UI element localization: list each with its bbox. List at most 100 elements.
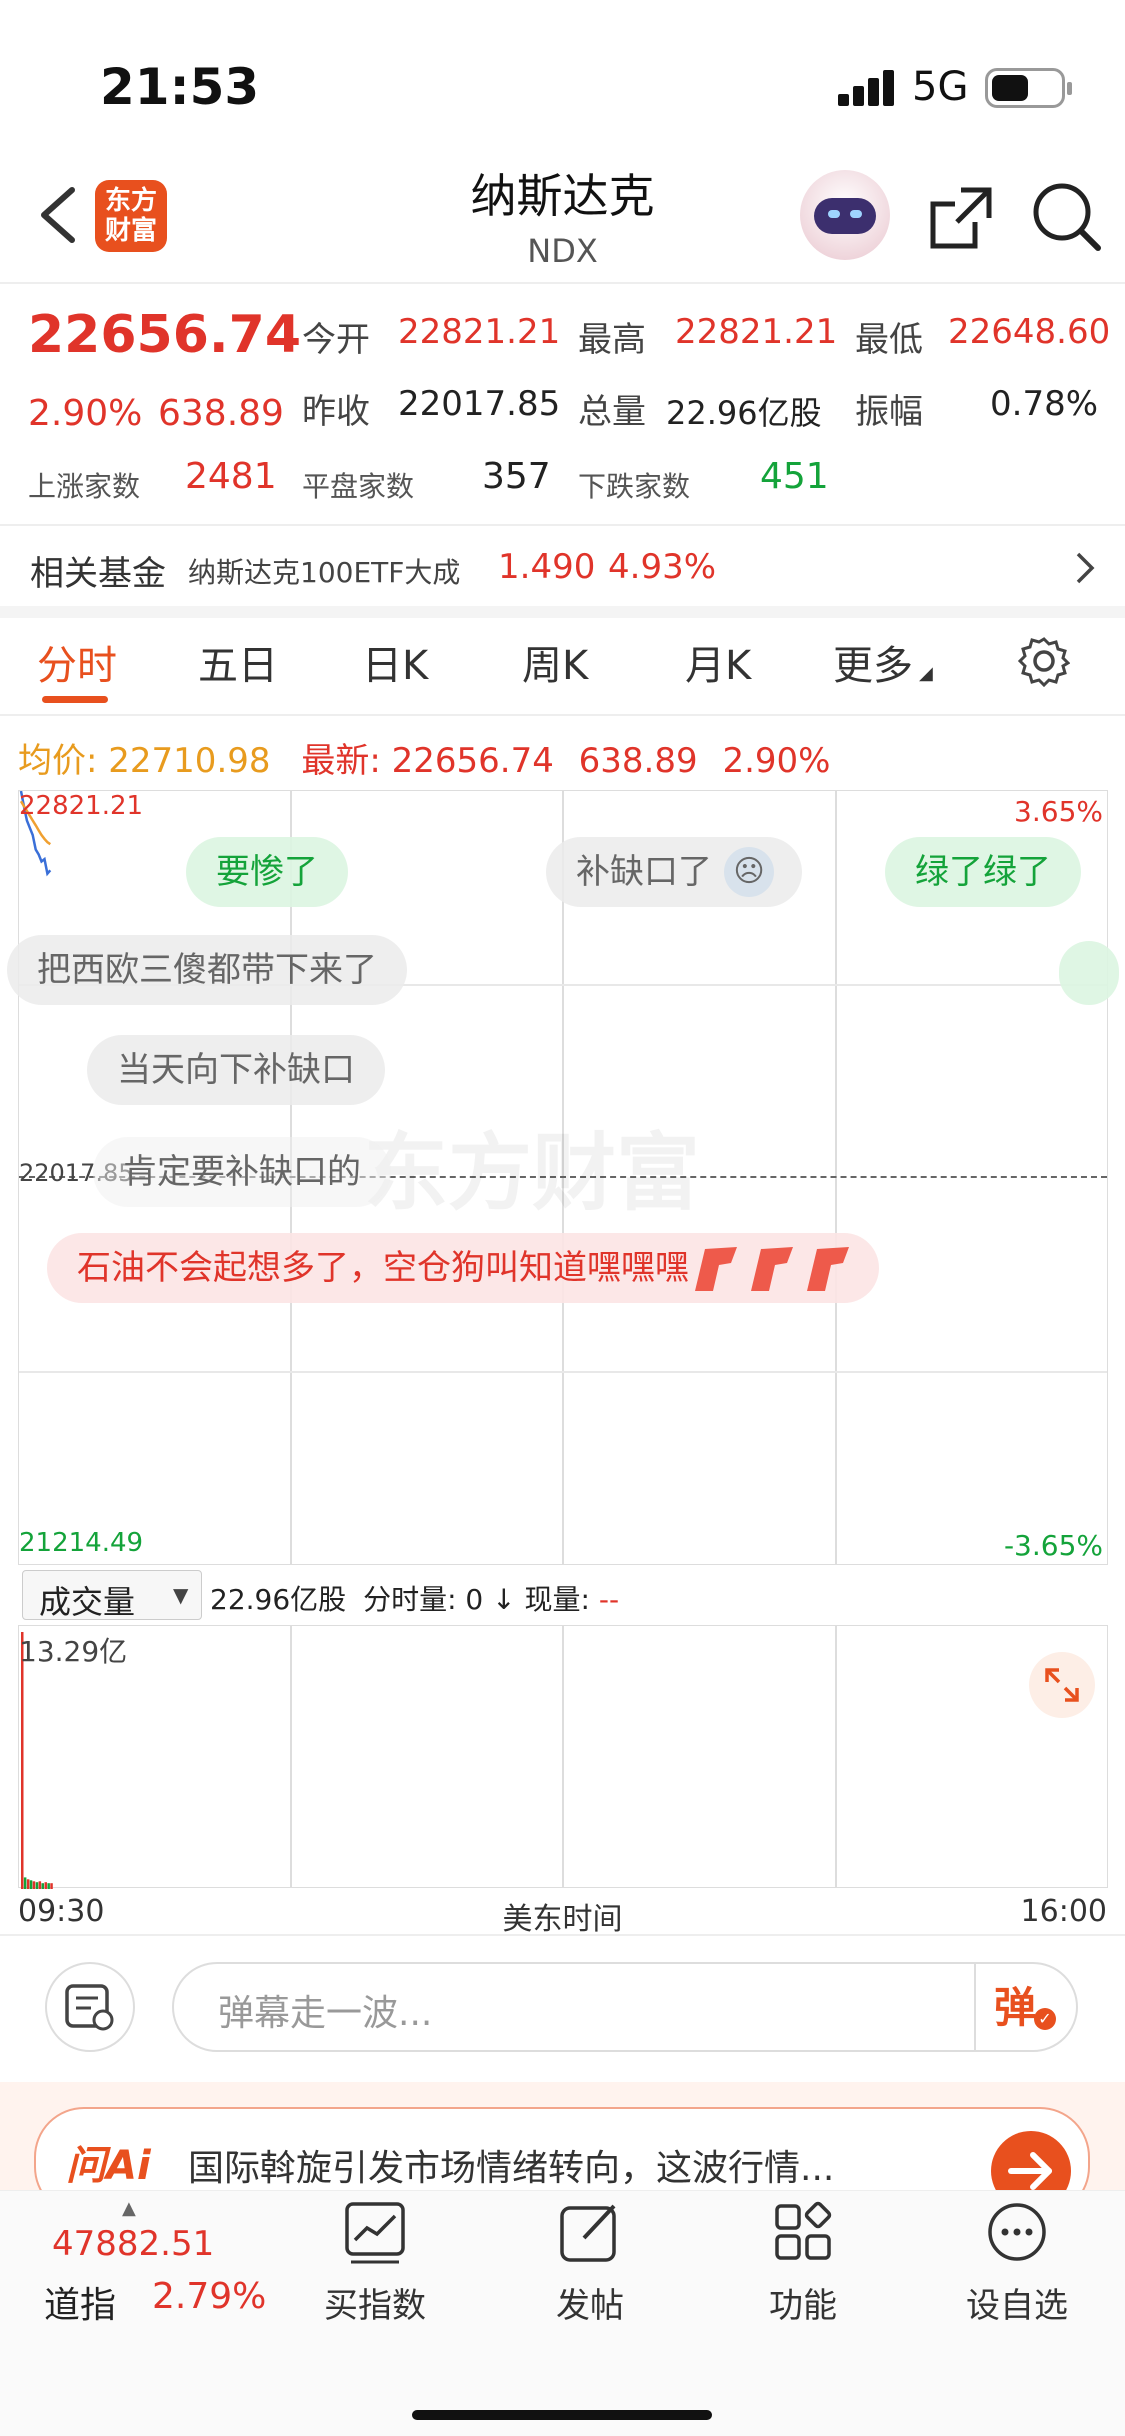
open-label: 今开 (302, 320, 370, 360)
tab-monthly-k[interactable]: 月K (685, 633, 751, 691)
index-ticker[interactable]: ▲ 47882.51 道指 2.79% (30, 2198, 280, 2326)
volume-bar (29, 1880, 33, 1889)
gear-icon (1017, 637, 1071, 688)
edit-icon (560, 2204, 616, 2262)
settings-button[interactable] (1017, 635, 1071, 691)
danmu-settings-icon (65, 1984, 114, 2031)
tab-weekly-k[interactable]: 周K (522, 633, 588, 691)
danmu-input[interactable]: 弹幕走一波... 弹 ✓ (172, 1962, 1078, 2052)
minute-volume: 0 (465, 1583, 484, 1616)
nav-post[interactable]: 发帖 (515, 2200, 665, 2327)
high-label: 最高 (578, 320, 646, 360)
chevron-right-icon (1076, 552, 1095, 584)
volume-label: 总量 (578, 392, 646, 432)
danmu-text: 补缺口了 (576, 852, 712, 892)
ai-banner-text: 国际斡旋引发市场情绪转向，这波行情... (188, 2148, 835, 2189)
change-pct: 2.90% (28, 393, 143, 434)
index-value: 47882.51 (52, 2224, 215, 2264)
nav-buy-index[interactable]: 买指数 (300, 2200, 450, 2327)
tab-more[interactable]: 更多 ◢ (833, 633, 933, 691)
prev-close-label: 昨收 (302, 392, 370, 432)
nav-add-watchlist[interactable]: 设自选 (942, 2200, 1092, 2327)
volume-bar (35, 1882, 39, 1889)
search-icon (1033, 183, 1101, 251)
now-volume: -- (598, 1583, 620, 1616)
send-danmu-button[interactable]: 弹 ✓ (994, 1974, 1064, 2040)
chart-bottom-pct: -3.65% (1003, 1529, 1103, 1562)
volume-chart[interactable]: 13.29亿 (18, 1625, 1108, 1889)
tab-indicator (42, 696, 108, 703)
volume-bars-svg (21, 1632, 53, 1889)
volume-bar (21, 1632, 24, 1889)
tab-more-label: 更多 (833, 643, 913, 689)
latest-price: 22656.74 (391, 741, 554, 781)
amplitude-value: 0.78% (990, 384, 1099, 424)
volume-max-label: 13.29亿 (19, 1635, 128, 1668)
latest-change: 638.89 (578, 741, 698, 781)
dropdown-arrow-icon: ◢ (919, 663, 933, 684)
divider (0, 1934, 1125, 1936)
down-count: 451 (760, 456, 829, 497)
danmu-bubble-edge (1059, 941, 1119, 1005)
expand-up-icon: ▲ (122, 2198, 136, 2219)
low-value: 22648.60 (948, 312, 1111, 352)
battery-icon (985, 68, 1072, 108)
danmu-bubble: 肯定要补缺口的 (93, 1137, 391, 1207)
divider (0, 282, 1125, 284)
flat-count-label: 平盘家数 (302, 470, 415, 503)
nav-functions-label: 功能 (769, 2286, 837, 2326)
chart-top-price: 22821.21 (19, 791, 144, 821)
high-value: 22821.21 (675, 312, 838, 352)
danmu-bubble: 当天向下补缺口 (87, 1035, 385, 1105)
tab-intraday[interactable]: 分时 (37, 633, 117, 691)
change-value: 638.89 (158, 393, 284, 434)
related-fund-price: 1.490 (498, 547, 596, 587)
index-pct: 2.79% (152, 2276, 267, 2317)
nav-add-watchlist-label: 设自选 (966, 2286, 1068, 2326)
expand-button[interactable] (1029, 1652, 1095, 1718)
fire-emoji-icons (695, 1247, 849, 1291)
danmu-settings-button[interactable] (45, 1962, 135, 2052)
section-gap (0, 606, 1125, 618)
ai-brand-logo: 问Ai (66, 2143, 151, 2189)
up-count-label: 上涨家数 (28, 470, 141, 503)
latest-label: 最新: (301, 741, 381, 781)
nav-functions[interactable]: 功能 (728, 2200, 878, 2327)
share-button[interactable] (925, 182, 997, 254)
expand-icon (1045, 1668, 1079, 1702)
ai-assistant-avatar[interactable] (800, 170, 890, 260)
danmu-bubble: 补缺口了 ☹ (546, 837, 802, 907)
volume-bar (23, 1877, 27, 1889)
current-price: 22656.74 (28, 305, 302, 365)
volume-dropdown[interactable]: 成交量 ▼ (22, 1570, 202, 1621)
volume-info: 22.96亿股 分时量: 0 ↓ 现量: -- (210, 1578, 619, 1618)
tab-daily-k[interactable]: 日K (362, 633, 428, 691)
danmu-input-placeholder: 弹幕走一波... (218, 1993, 433, 2034)
tab-five-day[interactable]: 五日 (198, 633, 278, 691)
grid-icon (775, 2201, 832, 2260)
volume-dropdown-label: 成交量 (39, 1583, 136, 1621)
related-fund-row[interactable]: 相关基金 纳斯达克100ETF大成 1.490 4.93% (0, 526, 1125, 606)
volume-bar (32, 1881, 36, 1889)
avg-price-label: 均价: (18, 741, 98, 781)
intraday-chart[interactable]: 东方财富 22821.21 3.65% 22017.85 21214.49 -3… (7, 790, 1119, 1565)
volume-bar (41, 1883, 44, 1889)
index-name: 道指 (44, 2285, 117, 2326)
related-fund-label: 相关基金 (30, 554, 166, 594)
volume-bar (26, 1879, 30, 1889)
divider (974, 1964, 976, 2050)
status-time: 21:53 (100, 58, 260, 116)
home-indicator (412, 2410, 712, 2420)
danmu-bubble: 石油不会起想多了，空仓狗叫知道嘿嘿嘿 (47, 1233, 879, 1303)
divider (0, 714, 1125, 716)
danmu-bubble: 绿了绿了 (885, 837, 1081, 907)
send-danmu-label: 弹 (994, 1983, 1037, 2032)
check-icon: ✓ (1034, 2008, 1056, 2030)
network-label: 5G (912, 64, 969, 110)
chart-trend-icon (345, 2202, 405, 2264)
volume-bar (50, 1883, 53, 1889)
search-button[interactable] (1030, 180, 1104, 254)
avg-price: 22710.98 (108, 741, 271, 781)
share-icon (930, 187, 992, 249)
volume-bar (47, 1883, 50, 1889)
